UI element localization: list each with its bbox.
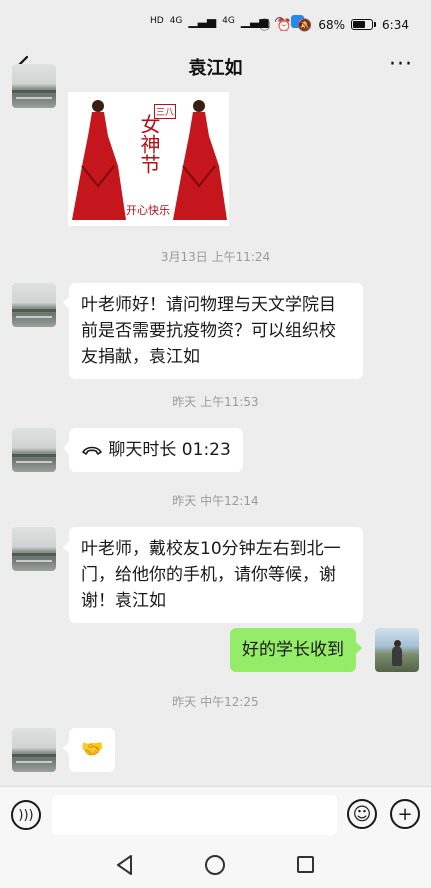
chat-title: 袁江如 xyxy=(188,58,243,79)
picture-caption-main: 女神节 xyxy=(137,114,161,174)
signal-icon: ▁▃▅ xyxy=(188,14,217,28)
status-bar: HD 4G ▁▃▅ 4G ▁▃▅ ◠ Ⓝ ⏰ 🔕 68% 6:34 xyxy=(0,0,431,50)
message-bubble[interactable]: 叶老师，戴校友10分钟左右到北一门，给他你的手机，请你等候，谢谢！袁江如 xyxy=(63,527,363,623)
emoji-message-bubble[interactable]: 🤝 xyxy=(62,728,116,772)
picture-caption-bottom: 开心快乐 xyxy=(126,204,170,217)
self-avatar[interactable] xyxy=(375,628,419,672)
contact-avatar[interactable] xyxy=(12,428,56,472)
image-message[interactable]: 三八 女神节 开心快乐 xyxy=(68,92,229,226)
contact-avatar[interactable] xyxy=(12,527,56,571)
system-nav-bar xyxy=(0,842,431,888)
nfc-icon: Ⓝ xyxy=(258,18,271,32)
voice-icon: ))) xyxy=(18,807,34,823)
battery-percent: 68% xyxy=(318,17,346,32)
message-bubble[interactable]: 叶老师好！请问物理与天文学院目前是否需要抗疫物资？可以组织校友捐献，袁江如 xyxy=(63,283,363,379)
timestamp: 3月13日 上午11:24 xyxy=(160,250,271,264)
smiley-icon: ☺ xyxy=(352,803,372,825)
battery-fill xyxy=(353,21,366,28)
sim-hd-label: HD xyxy=(150,15,164,26)
handshake-emoji: 🤝 xyxy=(81,739,104,760)
message-text: 叶老师，戴校友10分钟左右到北一门，给他你的手机，请你等候，谢谢！袁江如 xyxy=(81,539,341,611)
mute-icon: 🔕 xyxy=(297,17,313,32)
timestamp: 昨天 上午11:53 xyxy=(172,395,259,409)
call-duration-text: 聊天时长 01:23 xyxy=(108,440,231,460)
message-input[interactable] xyxy=(52,795,337,835)
input-bar: ))) ☺ + xyxy=(0,786,431,842)
status-right: Ⓝ ⏰ 🔕 68% 6:34 xyxy=(258,16,409,33)
call-record-bubble[interactable]: 聊天时长 01:23 xyxy=(63,428,243,472)
contact-avatar[interactable] xyxy=(12,64,56,108)
chat-header: 袁江如 ··· xyxy=(0,44,431,90)
contact-avatar[interactable] xyxy=(12,283,56,327)
emoji-button[interactable]: ☺ xyxy=(347,799,377,829)
nav-recent-apps-icon[interactable] xyxy=(297,856,314,873)
message-text: 叶老师好！请问物理与天文学院目前是否需要抗疫物资？可以组织校友捐献，袁江如 xyxy=(81,295,336,367)
contact-avatar[interactable] xyxy=(12,728,56,772)
plus-icon: + xyxy=(397,803,413,825)
dress-figure-right xyxy=(173,100,227,220)
battery-icon xyxy=(351,19,377,30)
phone-hangup-icon xyxy=(81,440,103,460)
network-4g-label: 4G xyxy=(169,15,183,26)
nav-back-icon[interactable] xyxy=(115,854,135,876)
clock: 6:34 xyxy=(382,17,409,32)
more-options-button[interactable]: ··· xyxy=(389,53,413,77)
message-text: 好的学长收到 xyxy=(242,640,344,660)
timestamp: 昨天 中午12:25 xyxy=(172,695,259,709)
outgoing-message-bubble[interactable]: 好的学长收到 xyxy=(230,628,362,672)
timestamp: 昨天 中午12:14 xyxy=(172,494,259,508)
network-4g-label-2: 4G xyxy=(222,15,235,26)
dress-figure-left xyxy=(72,100,126,220)
voice-input-button[interactable]: ))) xyxy=(11,800,41,830)
more-functions-button[interactable]: + xyxy=(390,799,420,829)
nav-home-icon[interactable] xyxy=(205,855,225,875)
alarm-icon: ⏰ xyxy=(276,17,292,32)
